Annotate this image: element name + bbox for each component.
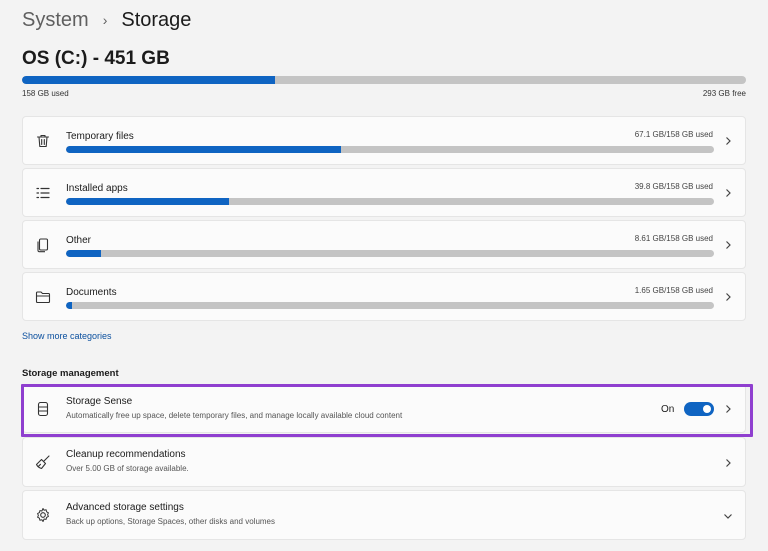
category-name: Temporary files <box>66 131 134 142</box>
folder-icon <box>35 291 51 304</box>
breadcrumb-system-link[interactable]: System <box>22 9 89 32</box>
category-usage-fill <box>66 198 230 205</box>
chevron-right-icon <box>726 293 731 301</box>
category-name: Documents <box>66 287 117 298</box>
breadcrumb-separator: › <box>102 12 108 28</box>
cleanup-recommendations-description: Over 5.00 GB of storage available. <box>66 464 189 473</box>
advanced-storage-settings-card[interactable]: Advanced storage settings Back up option… <box>22 490 746 540</box>
category-usage-bar <box>66 302 714 309</box>
copy-icon <box>37 238 49 253</box>
category-documents[interactable]: Documents 1.65 GB/158 GB used <box>22 272 746 321</box>
category-usage-bar <box>66 198 714 205</box>
category-usage: 8.61 GB/158 GB used <box>634 234 713 243</box>
chevron-right-icon <box>726 459 731 467</box>
broom-icon <box>35 455 50 470</box>
breadcrumb: System › Storage <box>22 6 191 34</box>
drive-usage-fill <box>22 76 276 84</box>
category-usage-bar <box>66 146 714 153</box>
page-title: Storage <box>121 8 192 31</box>
advanced-storage-settings-description: Back up options, Storage Spaces, other d… <box>66 517 276 526</box>
category-name: Installed apps <box>66 183 128 194</box>
category-installed-apps[interactable]: Installed apps 39.8 GB/158 GB used <box>22 168 746 217</box>
category-name: Other <box>66 235 92 246</box>
category-usage-fill <box>66 302 73 309</box>
category-usage-fill <box>66 146 342 153</box>
storage-management-heading: Storage management <box>22 368 119 379</box>
cleanup-recommendations-card[interactable]: Cleanup recommendations Over 5.00 GB of … <box>22 437 746 487</box>
category-temporary-files[interactable]: Temporary files 67.1 GB/158 GB used <box>22 116 746 165</box>
advanced-storage-settings-title: Advanced storage settings <box>66 502 184 513</box>
category-usage-bar <box>66 250 714 257</box>
trash-icon <box>36 134 50 148</box>
category-usage-fill <box>66 250 101 257</box>
cleanup-recommendations-title: Cleanup recommendations <box>66 449 186 460</box>
drive-title: OS (C:) - 451 GB <box>22 48 170 69</box>
chevron-right-icon <box>726 241 731 249</box>
show-more-categories-link[interactable]: Show more categories <box>22 331 112 341</box>
category-other[interactable]: Other 8.61 GB/158 GB used <box>22 220 746 269</box>
chevron-right-icon <box>726 189 731 197</box>
category-usage: 39.8 GB/158 GB used <box>634 182 713 191</box>
storage-sense-highlight-frame <box>21 384 753 437</box>
category-usage: 67.1 GB/158 GB used <box>634 130 713 139</box>
category-usage: 1.65 GB/158 GB used <box>634 286 713 295</box>
drive-used-label: 158 GB used <box>22 89 69 98</box>
drive-usage-bar <box>22 76 746 84</box>
list-icon <box>36 187 50 199</box>
chevron-down-icon <box>724 514 732 519</box>
gear-icon <box>37 508 49 522</box>
drive-free-label: 293 GB free <box>702 89 746 98</box>
chevron-right-icon <box>726 137 731 145</box>
